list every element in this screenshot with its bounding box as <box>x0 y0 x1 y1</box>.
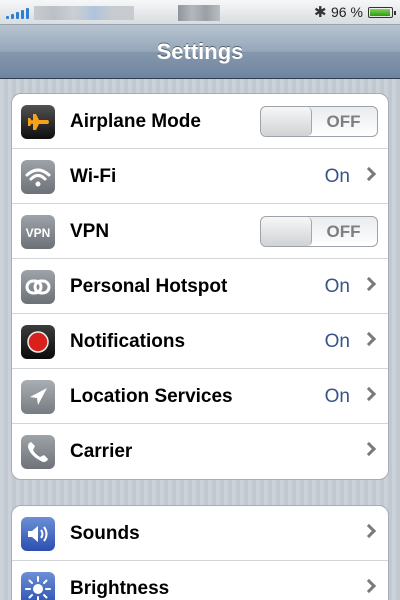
settings-row-notifications[interactable]: Notifications On <box>12 314 388 369</box>
settings-row-value: On <box>324 386 350 407</box>
chevron-right-icon <box>361 276 377 292</box>
toggle-knob <box>261 217 312 246</box>
settings-row-value: On <box>324 331 350 352</box>
settings-row-airplane-mode[interactable]: Airplane Mode OFF <box>12 94 388 149</box>
airplane-icon <box>21 105 55 139</box>
chevron-right-icon <box>361 331 377 347</box>
location-icon <box>21 380 55 414</box>
vpn-toggle[interactable]: OFF <box>260 216 378 247</box>
settings-row-personal-hotspot[interactable]: Personal Hotspot On <box>12 259 388 314</box>
carrier-name-redacted <box>34 6 134 20</box>
chevron-right-icon <box>361 386 377 402</box>
settings-row-label: Carrier <box>70 441 133 462</box>
settings-row-label: Wi-Fi <box>70 166 117 187</box>
settings-row-label: Personal Hotspot <box>70 276 228 297</box>
signal-strength-icon <box>6 7 30 19</box>
settings-group-sounds: Sounds Brightness <box>11 505 389 600</box>
phone-icon <box>21 435 55 469</box>
page-title: Settings <box>156 39 244 64</box>
settings-row-label: Brightness <box>70 578 170 599</box>
toggle-state: OFF <box>326 222 361 241</box>
settings-row-location-services[interactable]: Location Services On <box>12 369 388 424</box>
sun-icon <box>21 572 55 600</box>
chevron-right-icon <box>361 166 377 182</box>
settings-row-label: Airplane Mode <box>70 111 201 132</box>
settings-row-label: VPN <box>70 221 110 242</box>
svg-text:VPN: VPN <box>26 226 51 240</box>
settings-row-value: On <box>324 166 350 187</box>
clock-redacted <box>178 5 220 21</box>
toggle-state: OFF <box>326 112 361 131</box>
settings-row-wifi[interactable]: Wi-Fi On <box>12 149 388 204</box>
chevron-right-icon <box>361 441 377 457</box>
settings-row-sounds[interactable]: Sounds <box>12 506 388 561</box>
settings-row-label: Location Services <box>70 386 233 407</box>
battery-percent: 96 % <box>331 4 363 20</box>
settings-row-vpn[interactable]: VPN VPN OFF <box>12 204 388 259</box>
battery-icon <box>368 7 396 18</box>
wifi-icon <box>21 160 55 194</box>
navigation-bar: Settings <box>0 25 400 79</box>
bluetooth-icon: ✱ <box>314 4 327 21</box>
settings-row-label: Notifications <box>70 331 186 352</box>
toggle-knob <box>261 107 312 136</box>
settings-row-brightness[interactable]: Brightness <box>12 561 388 600</box>
settings-row-carrier[interactable]: Carrier <box>12 424 388 479</box>
settings-row-label: Sounds <box>70 523 140 544</box>
speaker-icon <box>21 517 55 551</box>
status-bar: ✱ 96 % <box>0 0 400 25</box>
vpn-icon: VPN <box>21 215 55 249</box>
settings-row-value: On <box>324 276 350 297</box>
chevron-right-icon <box>361 523 377 539</box>
settings-group-network: Airplane Mode OFF Wi-Fi On VPN VPN OFF P… <box>11 93 389 480</box>
chevron-right-icon <box>361 578 377 594</box>
airplane-mode-toggle[interactable]: OFF <box>260 106 378 137</box>
notifications-icon <box>21 325 55 359</box>
hotspot-icon <box>21 270 55 304</box>
